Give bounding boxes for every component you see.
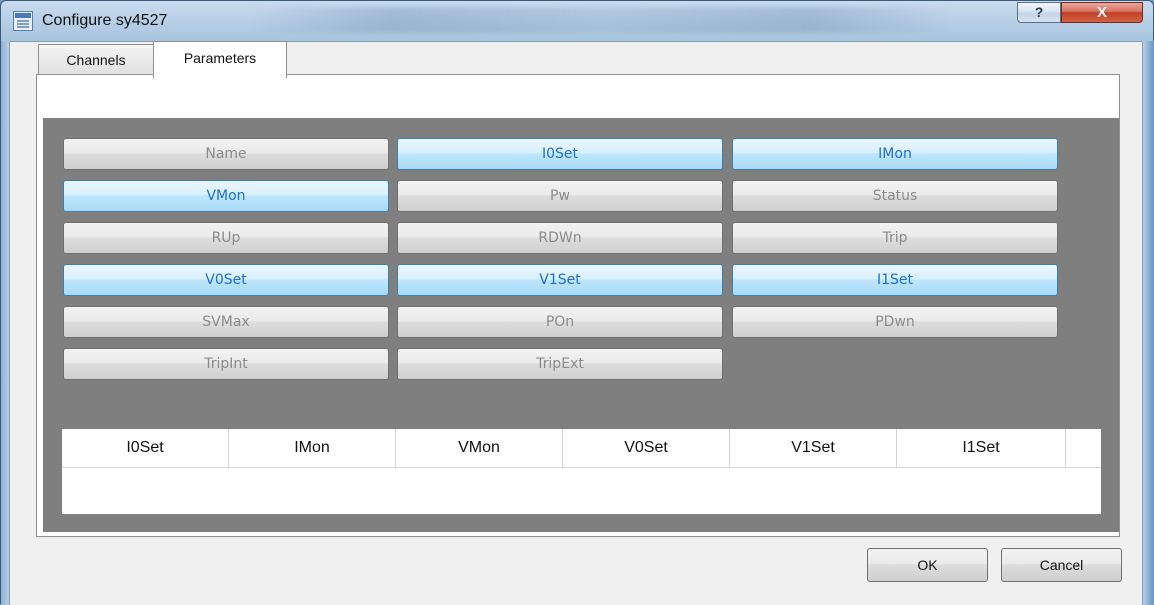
param-button-rdwn[interactable]: RDWn xyxy=(397,222,723,254)
param-button-pdwn[interactable]: PDwn xyxy=(732,306,1058,338)
window-frame-left xyxy=(1,41,9,605)
param-button-i0set[interactable]: I0Set xyxy=(397,138,723,170)
window-title: Configure sy4527 xyxy=(42,12,168,29)
window-app-icon xyxy=(13,11,33,31)
param-button-status[interactable]: Status xyxy=(732,180,1058,212)
selected-parameters-table: I0Set IMon VMon V0Set V1Set I1Set xyxy=(62,429,1101,514)
cancel-button[interactable]: Cancel xyxy=(1001,548,1122,582)
window-frame-right xyxy=(1143,41,1154,605)
column-header-v1set[interactable]: V1Set xyxy=(730,429,897,467)
param-button-pon[interactable]: POn xyxy=(397,306,723,338)
param-button-svmax[interactable]: SVMax xyxy=(63,306,389,338)
close-button[interactable]: X xyxy=(1061,2,1143,23)
param-button-tripint[interactable]: TripInt xyxy=(63,348,389,380)
param-button-v1set[interactable]: V1Set xyxy=(397,264,723,296)
help-button[interactable]: ? xyxy=(1017,2,1061,23)
title-bar-blur xyxy=(251,7,951,33)
title-bar[interactable]: Configure sy4527 ? X xyxy=(1,1,1153,41)
param-button-v0set[interactable]: V0Set xyxy=(63,264,389,296)
param-button-i1set[interactable]: I1Set xyxy=(732,264,1058,296)
column-header-vmon[interactable]: VMon xyxy=(396,429,563,467)
dialog-window: Configure sy4527 ? X Channels Parameters… xyxy=(0,0,1154,605)
param-button-rup[interactable]: RUp xyxy=(63,222,389,254)
param-button-trip[interactable]: Trip xyxy=(732,222,1058,254)
column-header-v0set[interactable]: V0Set xyxy=(563,429,730,467)
ok-button[interactable]: OK xyxy=(867,548,988,582)
param-button-vmon[interactable]: VMon xyxy=(63,180,389,212)
tab-parameters[interactable]: Parameters xyxy=(153,41,287,78)
column-header-imon[interactable]: IMon xyxy=(229,429,396,467)
param-button-imon[interactable]: IMon xyxy=(732,138,1058,170)
param-button-tripext[interactable]: TripExt xyxy=(397,348,723,380)
param-button-pw[interactable]: Pw xyxy=(397,180,723,212)
tab-channels[interactable]: Channels xyxy=(38,44,154,75)
param-button-name[interactable]: Name xyxy=(63,138,389,170)
table-header: I0Set IMon VMon V0Set V1Set I1Set xyxy=(62,429,1101,468)
column-header-i0set[interactable]: I0Set xyxy=(62,429,229,467)
column-header-i1set[interactable]: I1Set xyxy=(897,429,1066,467)
